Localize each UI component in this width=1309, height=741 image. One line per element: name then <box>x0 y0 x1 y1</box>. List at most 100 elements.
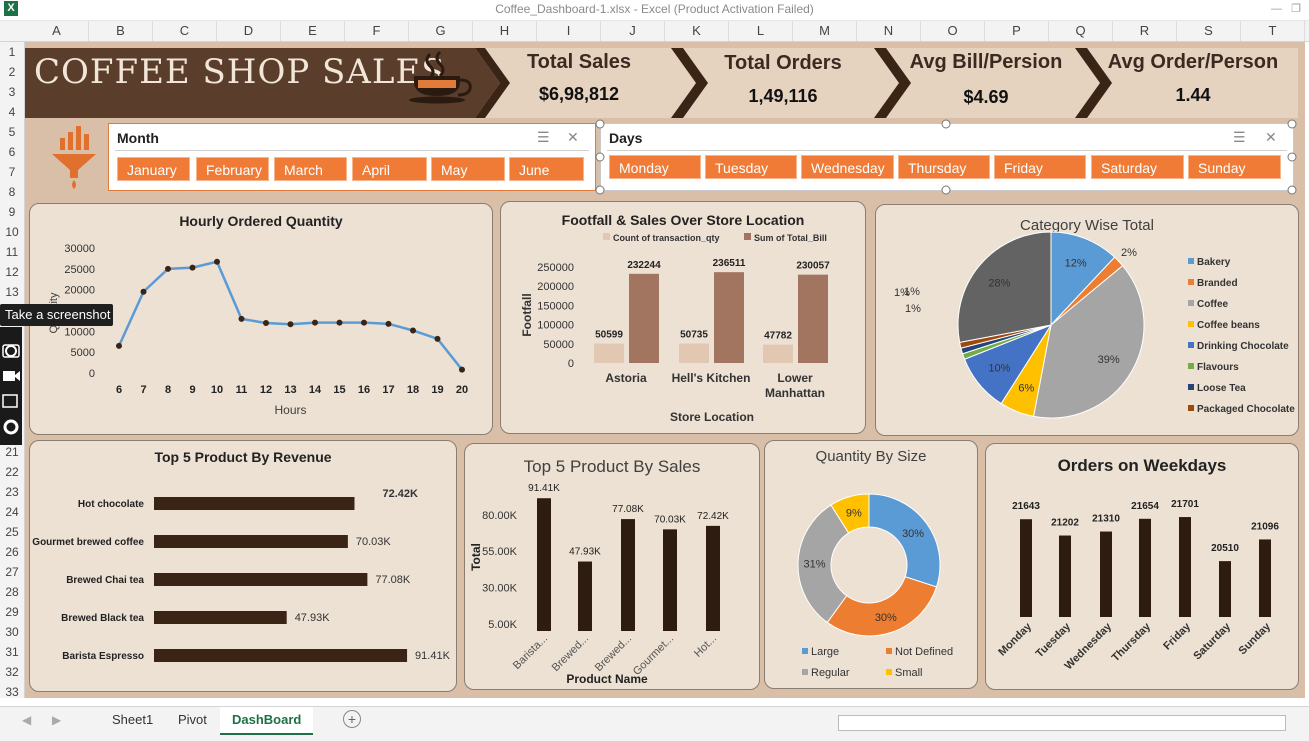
data-label: 236511 <box>713 258 746 269</box>
tab-dashboard[interactable]: DashBoard <box>220 707 314 735</box>
column-header-cell[interactable]: I <box>537 21 601 41</box>
y-tick-label: 200000 <box>537 281 574 293</box>
row-header-cell[interactable]: 28 <box>0 582 24 602</box>
clear-filter-icon[interactable]: ✕ <box>567 129 579 146</box>
donut-slice <box>868 493 941 588</box>
x-axis-title: Hours <box>274 403 306 417</box>
data-label: 70.03K <box>654 514 686 525</box>
data-point <box>459 366 465 373</box>
column-header-cell[interactable]: E <box>281 21 345 41</box>
row-header-cell[interactable]: 3 <box>0 82 24 102</box>
row-header-cell[interactable]: 5 <box>0 122 24 142</box>
column-header-cell[interactable]: D <box>217 21 281 41</box>
row-header-cell[interactable]: 6 <box>0 142 24 162</box>
column-header-cell[interactable]: M <box>793 21 857 41</box>
row-header-cell[interactable]: 9 <box>0 202 24 222</box>
x-tick-label: 7 <box>140 384 146 396</box>
bar-revenue <box>154 611 287 624</box>
row-header-cell[interactable]: 23 <box>0 482 24 502</box>
column-header-cell[interactable]: L <box>729 21 793 41</box>
x-tick-label: Monday <box>996 620 1034 658</box>
column-header-cell[interactable]: P <box>985 21 1049 41</box>
x-tick-label: 17 <box>382 384 394 396</box>
row-header-cell[interactable]: 7 <box>0 162 24 182</box>
column-header-cell[interactable]: H <box>473 21 537 41</box>
row-header-cell[interactable]: 24 <box>0 502 24 522</box>
row-header-cell[interactable]: 25 <box>0 522 24 542</box>
row-header-cell[interactable]: 31 <box>0 642 24 662</box>
data-point <box>287 321 294 328</box>
window-title: Coffee_Dashboard-1.xlsx - Excel (Product… <box>495 2 814 16</box>
row-header-cell[interactable]: 32 <box>0 662 24 682</box>
row-header-cell[interactable]: 8 <box>0 182 24 202</box>
x-tick-label: Lower <box>777 371 813 385</box>
kpi-avg-order-label: Avg Order/Person <box>1107 51 1279 73</box>
column-header-cell[interactable]: B <box>89 21 153 41</box>
slicer-month-april[interactable]: April <box>352 157 427 181</box>
legend-swatch <box>1188 384 1194 390</box>
y-tick-label: Gourmet brewed coffee <box>32 537 144 548</box>
column-header-cell[interactable]: Q <box>1049 21 1113 41</box>
column-header-cell[interactable]: J <box>601 21 665 41</box>
tab-sheet1[interactable]: Sheet1 <box>100 707 165 733</box>
data-label: 232244 <box>627 260 661 271</box>
data-label: 12% <box>1065 258 1087 270</box>
data-label: 30% <box>875 612 897 624</box>
slicer-month-may[interactable]: May <box>431 157 505 181</box>
row-header-cell[interactable]: 2 <box>0 62 24 82</box>
y-tick-label: 5000 <box>71 347 95 359</box>
data-point <box>140 288 147 295</box>
row-header-cell[interactable]: 26 <box>0 542 24 562</box>
filter-funnel-icon <box>52 126 96 189</box>
column-header-cell[interactable]: C <box>153 21 217 41</box>
column-header-cell[interactable]: G <box>409 21 473 41</box>
column-header-cell[interactable]: K <box>665 21 729 41</box>
selection-handles[interactable] <box>594 118 1300 196</box>
add-sheet-button[interactable]: + <box>343 710 361 728</box>
data-point <box>361 319 367 326</box>
slicer-month-march[interactable]: March <box>274 157 347 181</box>
column-header-cell[interactable]: N <box>857 21 921 41</box>
window-controls[interactable]: — ❐ <box>1271 2 1301 15</box>
multi-select-icon[interactable]: ☰ <box>537 129 550 146</box>
slicer-month-february[interactable]: February <box>196 157 269 181</box>
x-tick-label: Barista... <box>511 633 550 672</box>
row-header-cell[interactable]: 30 <box>0 622 24 642</box>
legend-swatch <box>1188 405 1194 411</box>
capture-toolbar-icons <box>2 344 20 435</box>
row-header-cell[interactable]: 11 <box>0 242 24 262</box>
y-tick-label: 30000 <box>64 243 95 255</box>
bar-transaction-qty <box>594 343 624 363</box>
y-tick-label: 150000 <box>537 300 574 312</box>
row-header-cell[interactable]: 13 <box>0 282 24 302</box>
column-header-cell[interactable]: O <box>921 21 985 41</box>
slicer-month-june[interactable]: June <box>509 157 584 181</box>
tab-pivot[interactable]: Pivot <box>166 707 219 733</box>
row-header-cell[interactable]: 29 <box>0 602 24 622</box>
x-tick-label: Saturday <box>1191 620 1233 662</box>
legend-swatch <box>886 669 892 675</box>
column-header-cell[interactable]: F <box>345 21 409 41</box>
row-header-cell[interactable]: 27 <box>0 562 24 582</box>
slicer-month-january[interactable]: January <box>117 157 190 181</box>
capture-toolbar[interactable] <box>0 327 22 445</box>
column-header-cell[interactable]: R <box>1113 21 1177 41</box>
legend-swatch <box>1188 321 1194 327</box>
data-label: 77.08K <box>612 504 644 515</box>
y-tick-label: Brewed Black tea <box>61 613 144 624</box>
row-header-cell[interactable]: 12 <box>0 262 24 282</box>
horizontal-scrollbar[interactable] <box>838 715 1286 731</box>
scroll-right-icon[interactable]: ▶ <box>52 713 61 727</box>
column-header-cell[interactable]: T <box>1241 21 1305 41</box>
bar-revenue <box>154 497 355 510</box>
row-header-cell[interactable]: 4 <box>0 102 24 122</box>
row-header-cell[interactable]: 1 <box>0 42 24 62</box>
column-header-cell[interactable]: S <box>1177 21 1241 41</box>
bar-revenue <box>154 649 408 662</box>
row-header-cell[interactable]: 10 <box>0 222 24 242</box>
column-header-cell[interactable]: A <box>25 21 89 41</box>
y-tick-label: 100000 <box>537 320 574 332</box>
row-header-cell[interactable]: 33 <box>0 682 24 702</box>
scroll-left-icon[interactable]: ◀ <box>22 713 31 727</box>
row-header-cell[interactable]: 22 <box>0 462 24 482</box>
